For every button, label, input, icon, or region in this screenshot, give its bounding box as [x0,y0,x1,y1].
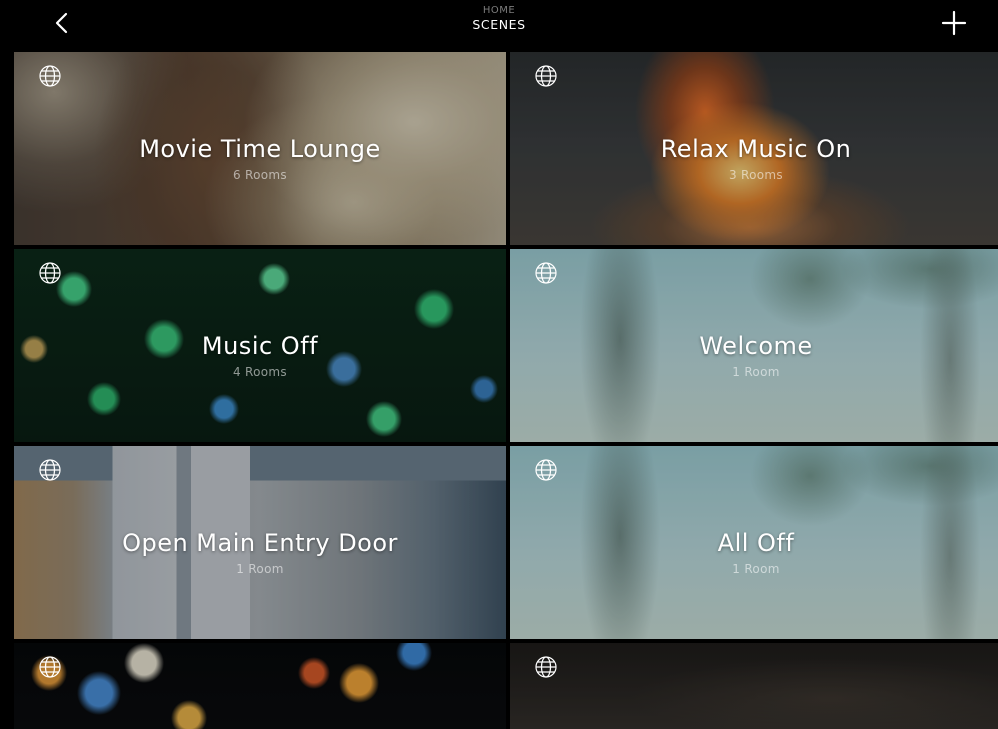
globe-icon [535,656,557,678]
scene-name: Open Main Entry Door [122,529,398,557]
scene-tile[interactable] [14,643,506,729]
scene-tile[interactable] [510,643,998,729]
globe-icon [39,656,61,678]
scene-room-count: 1 Room [236,562,284,576]
globe-icon [535,65,557,87]
title-block: HOME SCENES [0,6,998,32]
scene-name: Music Off [201,332,319,360]
scene-tile[interactable]: Relax Music On 3 Rooms [510,52,998,245]
page-title: SCENES [472,17,526,32]
breadcrumb: HOME [482,5,516,16]
globe-icon [39,459,61,481]
scene-name: Relax Music On [660,135,852,163]
globe-icon [535,459,557,481]
plus-icon [941,10,967,36]
scene-tile[interactable]: Music Off 4 Rooms [14,249,506,442]
scene-room-count: 1 Room [732,562,780,576]
scene-name: All Off [717,529,795,557]
scene-room-count: 3 Rooms [729,168,783,182]
add-scene-button[interactable] [936,5,972,41]
scene-name: Movie Time Lounge [139,135,381,163]
globe-icon [535,262,557,284]
top-bar: HOME SCENES [0,0,998,50]
globe-icon [39,262,61,284]
globe-icon [39,65,61,87]
scene-room-count: 4 Rooms [233,365,287,379]
scene-tile[interactable]: Movie Time Lounge 6 Rooms [14,52,506,245]
scene-tile[interactable]: All Off 1 Room [510,446,998,639]
scene-room-count: 1 Room [732,365,780,379]
scene-tile[interactable]: Welcome 1 Room [510,249,998,442]
scene-name: Welcome [699,332,813,360]
scene-room-count: 6 Rooms [233,168,287,182]
scene-tile[interactable]: Open Main Entry Door 1 Room [14,446,506,639]
